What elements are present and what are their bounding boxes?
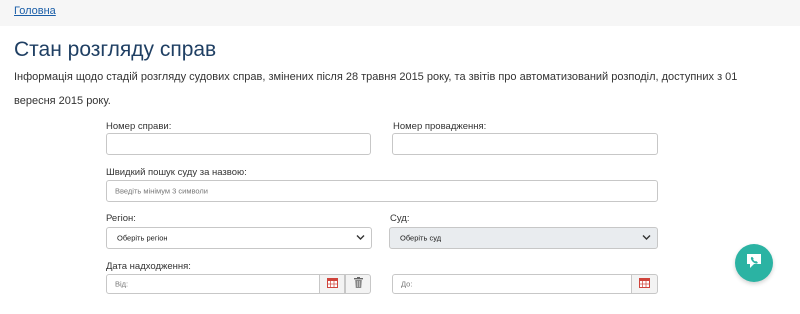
calendar-icon: [326, 275, 338, 293]
region-selected-value: Оберіть регіон: [117, 233, 168, 243]
court-search-input[interactable]: Введіть мінімум 3 символи: [106, 180, 658, 202]
page-description: Інформація щодо стадій розгляду судових …: [14, 71, 738, 107]
case-number-input[interactable]: [106, 133, 371, 155]
region-label: Регіон:: [106, 213, 136, 224]
chat-button[interactable]: [735, 244, 773, 282]
court-search-placeholder: Введіть мінімум 3 символи: [115, 186, 208, 196]
court-label: Суд:: [390, 213, 410, 224]
page-title: Стан розгляду справ: [14, 38, 217, 61]
breadcrumb-home-link[interactable]: Головна: [14, 5, 56, 17]
date-from-clear-button[interactable]: [345, 274, 371, 294]
trash-icon: [353, 275, 363, 293]
date-to-calendar-button[interactable]: [631, 274, 658, 294]
date-from-input[interactable]: Від:: [106, 274, 320, 294]
case-number-label: Номер справи:: [106, 121, 172, 132]
top-bar: Головна: [0, 0, 800, 26]
date-from-calendar-button[interactable]: [319, 274, 345, 294]
date-from-placeholder: Від:: [115, 279, 129, 289]
chevron-down-icon: [642, 233, 651, 243]
date-received-label: Дата надходження:: [106, 261, 191, 272]
chevron-down-icon: [356, 233, 365, 243]
court-select[interactable]: Оберіть суд: [389, 227, 658, 249]
date-to-placeholder: До:: [401, 279, 413, 289]
proceeding-number-label: Номер провадження:: [393, 121, 487, 132]
court-search-label: Швидкий пошук суду за назвою:: [106, 167, 247, 178]
date-to-input[interactable]: До:: [392, 274, 632, 294]
region-select[interactable]: Оберіть регіон: [106, 227, 372, 249]
proceeding-number-input[interactable]: [392, 133, 658, 155]
court-selected-value: Оберіть суд: [400, 233, 442, 243]
chat-icon: [745, 252, 763, 275]
calendar-icon: [639, 275, 650, 293]
